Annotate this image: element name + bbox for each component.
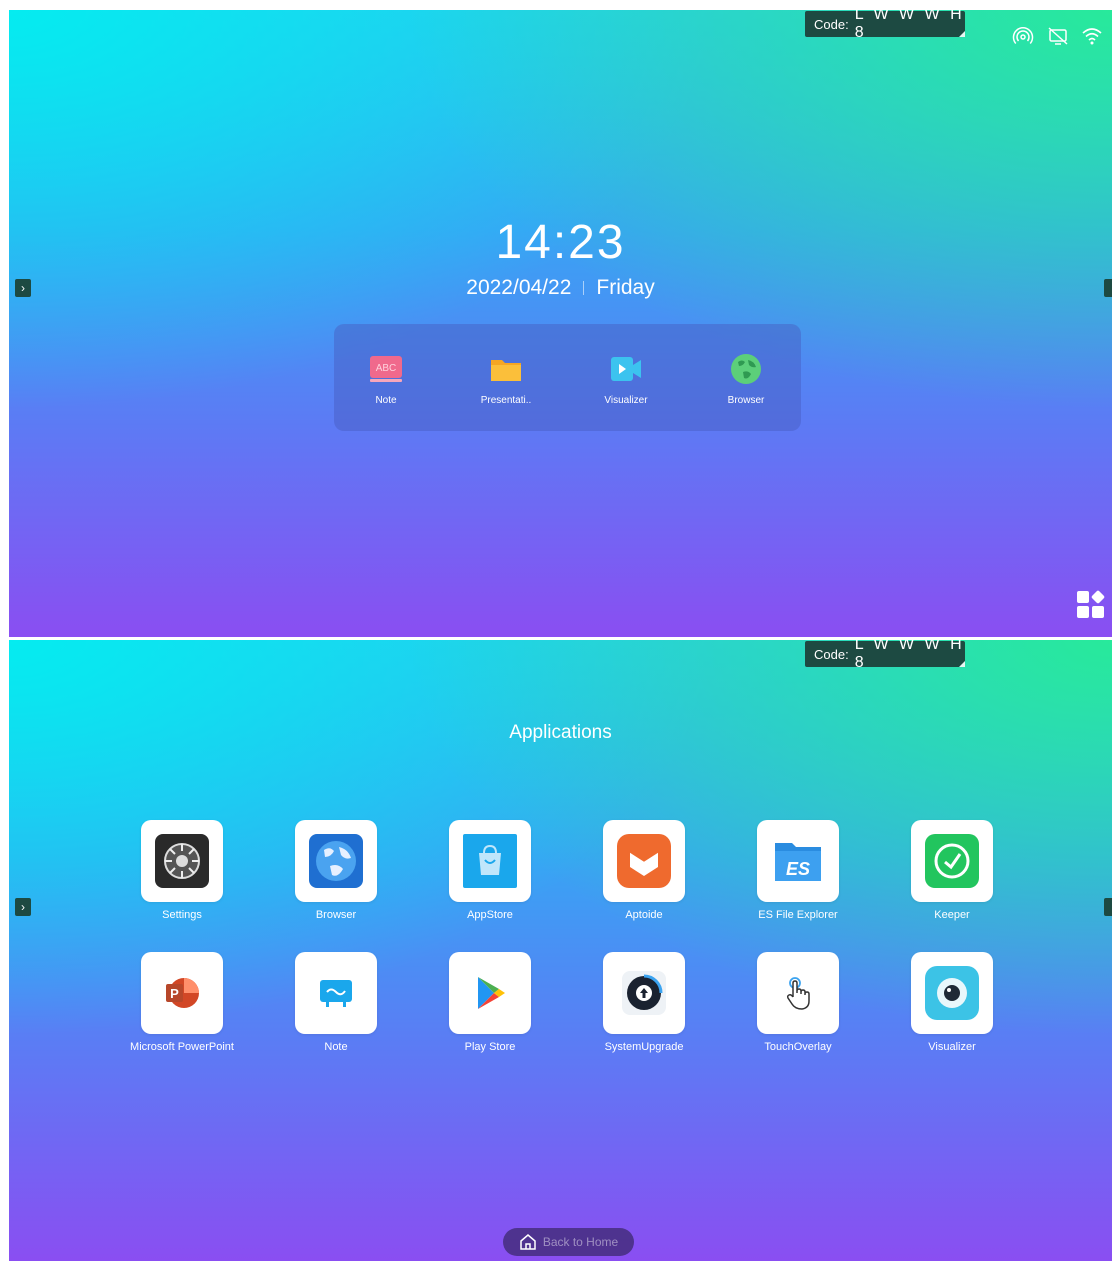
app-browser[interactable]: Browser	[261, 820, 411, 921]
app-settings[interactable]: Settings	[107, 820, 257, 921]
code-label: Code:	[814, 16, 849, 32]
code-label: Code:	[814, 646, 849, 662]
applications-screen: Code: L W W W H 8 › Applications Setting…	[9, 640, 1112, 1261]
dock-label: Presentati..	[480, 395, 532, 406]
app-label: SystemUpgrade	[604, 1041, 684, 1053]
dock-item-visualizer[interactable]: Visualizer	[581, 352, 671, 406]
app-touch-overlay[interactable]: TouchOverlay	[723, 952, 873, 1053]
app-microsoft-powerpoint[interactable]: P Microsoft PowerPoint	[107, 952, 257, 1053]
aptoide-icon	[603, 820, 685, 902]
app-label: Note	[324, 1041, 348, 1053]
wifi-icon[interactable]	[1081, 25, 1103, 47]
dock-item-presentation[interactable]: Presentati..	[461, 352, 551, 406]
globe-icon	[729, 352, 763, 386]
app-label: Play Store	[464, 1041, 516, 1053]
dock-item-note[interactable]: ABC Note	[341, 352, 431, 406]
date-separator	[583, 281, 585, 295]
powerpoint-icon: P	[141, 952, 223, 1034]
app-note[interactable]: Note	[261, 952, 411, 1053]
app-label: Visualizer	[928, 1041, 976, 1053]
apps-grid-icon[interactable]	[1076, 589, 1106, 619]
page-title: Applications	[509, 722, 612, 743]
svg-text:ABC: ABC	[376, 363, 397, 374]
settings-icon	[141, 820, 223, 902]
camera-icon	[609, 352, 643, 386]
left-sidebar-toggle[interactable]: ›	[15, 898, 31, 916]
back-to-home-label: Back to Home	[542, 1235, 619, 1249]
badge-corner	[959, 31, 965, 37]
app-label: Keeper	[934, 909, 970, 921]
connection-code-badge: Code: L W W W H 8	[805, 640, 965, 671]
app-keeper[interactable]: Keeper	[877, 820, 1027, 921]
app-label: TouchOverlay	[764, 1041, 832, 1053]
back-to-home-button[interactable]: Back to Home	[503, 1228, 634, 1256]
app-play-store[interactable]: Play Store	[415, 952, 565, 1053]
home-screen: Code: L W W W H 8 › 14:23 2022/04/22 Fri…	[9, 10, 1112, 637]
app-label: Browser	[315, 909, 357, 921]
dock-label: Browser	[727, 395, 765, 406]
dock-label: Note	[375, 395, 397, 406]
svg-text:P: P	[170, 986, 179, 1001]
app-visualizer[interactable]: Visualizer	[877, 952, 1027, 1053]
dock-label: Visualizer	[604, 395, 648, 406]
app-system-upgrade[interactable]: SystemUpgrade	[569, 952, 719, 1053]
quick-launch-dock: ABC Note Presentati.. Visualizer Browser	[334, 324, 801, 431]
hotspot-icon[interactable]	[1012, 25, 1034, 47]
globe-icon	[295, 820, 377, 902]
badge-corner	[959, 661, 965, 667]
app-es-file-explorer[interactable]: ES ES File Explorer	[723, 820, 873, 921]
keeper-icon	[911, 820, 993, 902]
app-appstore[interactable]: AppStore	[415, 820, 565, 921]
right-sidebar-toggle[interactable]	[1104, 898, 1112, 916]
app-label: Microsoft PowerPoint	[130, 1041, 234, 1053]
code-value: L W W W H 8	[854, 10, 965, 41]
home-icon	[520, 1234, 536, 1250]
chevron-right-icon: ›	[21, 900, 25, 914]
svg-text:ES: ES	[786, 859, 810, 879]
code-value: L W W W H 8	[854, 640, 965, 671]
play-store-icon	[449, 952, 531, 1034]
camera-icon	[911, 952, 993, 1034]
app-label: Aptoide	[625, 909, 663, 921]
app-label: ES File Explorer	[758, 909, 838, 921]
connection-code-badge: Code: L W W W H 8	[805, 10, 965, 41]
folder-icon	[489, 352, 523, 386]
date-line: 2022/04/22 Friday	[9, 276, 1112, 300]
shopping-bag-icon	[449, 820, 531, 902]
dock-item-browser[interactable]: Browser	[701, 352, 791, 406]
app-label: AppStore	[467, 909, 513, 921]
note-icon: ABC	[369, 352, 403, 386]
es-file-icon: ES	[757, 820, 839, 902]
clock-time: 14:23	[495, 216, 626, 269]
note-icon	[295, 952, 377, 1034]
app-label: Settings	[162, 909, 202, 921]
app-aptoide[interactable]: Aptoide	[569, 820, 719, 921]
upgrade-icon	[603, 952, 685, 1034]
touch-hand-icon	[757, 952, 839, 1034]
screen-share-off-icon[interactable]	[1047, 25, 1069, 47]
date-text: 2022/04/22	[466, 276, 572, 299]
weekday-text: Friday	[596, 276, 655, 299]
